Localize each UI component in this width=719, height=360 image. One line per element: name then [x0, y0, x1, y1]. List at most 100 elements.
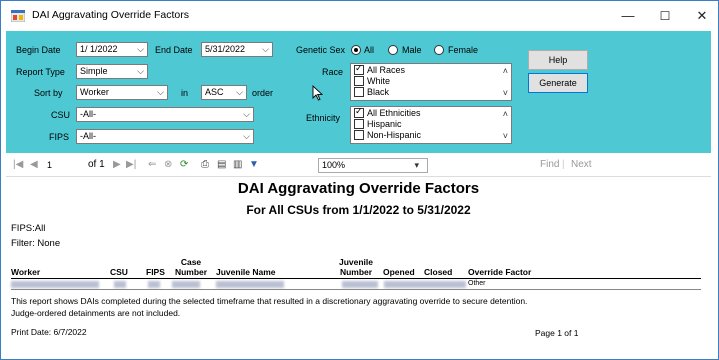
scroll-down-icon[interactable]: ˅ [503, 88, 508, 98]
sex-female-radio[interactable] [434, 45, 444, 55]
order-label: order [252, 88, 274, 98]
first-page-icon[interactable]: |◀ [13, 159, 23, 170]
sort-by-value: Worker [80, 87, 109, 97]
generate-button[interactable]: Generate [528, 73, 588, 93]
race-label: Race [322, 67, 344, 77]
page-count-label: of 1 [88, 159, 105, 170]
zoom-value: 100% [322, 160, 346, 170]
ethnicity-option-label: Non-Hispanic [367, 130, 422, 140]
genetic-sex-label: Genetic Sex [296, 45, 346, 55]
race-option-all[interactable]: All Races [354, 63, 406, 75]
chevron-down-icon: ⌵ [262, 44, 269, 54]
scroll-down-icon[interactable]: ˅ [503, 131, 508, 141]
ethnicity-option-label: Hispanic [367, 119, 402, 129]
sort-by-select[interactable]: Worker ⌵ [76, 85, 168, 100]
page-number-input[interactable]: 1 [43, 158, 77, 173]
redacted-juvenile-number [342, 281, 378, 288]
ethnicity-option-label: All Ethnicities [367, 108, 421, 118]
race-option-label: White [367, 76, 391, 86]
back-icon[interactable]: ⇐ [148, 159, 156, 170]
report-subtitle: For All CSUs from 1/1/2022 to 5/31/2022 [246, 203, 471, 217]
chevron-down-icon: ⌵ [137, 44, 144, 54]
column-header: Worker [11, 267, 41, 277]
race-option-black[interactable]: Black [354, 87, 389, 97]
ethnicity-listbox[interactable]: All Ethnicities Hispanic Non-Hispanic ˄ … [350, 106, 512, 144]
chevron-down-icon: ⌵ [157, 87, 164, 97]
ethnicity-option-hispanic[interactable]: Hispanic [354, 119, 402, 129]
stop-icon[interactable]: ⊗ [164, 159, 172, 170]
app-icon [11, 10, 25, 22]
checkbox[interactable] [354, 87, 364, 97]
refresh-icon[interactable]: ⟳ [180, 159, 188, 170]
title-bar: DAI Aggravating Override Factors — ☐ ✕ [1, 1, 718, 31]
race-listbox[interactable]: All Races White Black ˄ ˅ [350, 63, 512, 101]
begin-date-picker[interactable]: 1/ 1/2022 ⌵ [76, 42, 148, 57]
column-header: Opened [383, 267, 415, 277]
race-option-label: Black [367, 87, 390, 97]
app-window: DAI Aggravating Override Factors — ☐ ✕ B… [0, 0, 719, 360]
csu-select[interactable]: -All- ⌵ [76, 107, 254, 122]
begin-date-value: 1/ 1/2022 [80, 44, 118, 54]
report-type-select[interactable]: Simple ⌵ [76, 64, 148, 79]
chevron-down-icon: ▾ [414, 160, 419, 170]
redacted-csu [114, 281, 126, 288]
begin-date-label: Begin Date [16, 45, 61, 55]
checkbox[interactable] [354, 76, 364, 86]
next-link[interactable]: Next [571, 159, 592, 170]
chevron-down-icon: ⌵ [236, 87, 243, 97]
scroll-up-icon[interactable]: ˄ [503, 109, 508, 119]
close-button[interactable]: ✕ [687, 5, 717, 27]
sex-all-radio[interactable] [351, 45, 361, 55]
report-type-value: Simple [80, 66, 108, 76]
fips-label: FIPS [49, 132, 70, 142]
checkbox[interactable] [354, 119, 364, 129]
find-link[interactable]: Find [540, 159, 559, 170]
last-page-icon[interactable]: ▶| [126, 159, 136, 170]
report-type-label: Report Type [16, 67, 65, 77]
csu-value: -All- [80, 109, 96, 119]
scroll-up-icon[interactable]: ˄ [503, 66, 508, 76]
print-icon[interactable]: ⎙ [201, 159, 209, 170]
window-title: DAI Aggravating Override Factors [32, 9, 189, 21]
sex-male-label: Male [402, 45, 422, 55]
redacted-dates [384, 281, 466, 288]
redacted-worker [11, 281, 99, 288]
footnote-line-2: Judge-ordered detainments are not includ… [11, 308, 181, 318]
footnote-line-1: This report shows DAIs completed during … [11, 296, 528, 306]
end-date-label: End Date [155, 45, 193, 55]
ethnicity-option-non-hispanic[interactable]: Non-Hispanic [354, 130, 421, 140]
sex-female-label: Female [448, 45, 479, 55]
override-factor-value: Other [468, 280, 486, 287]
checkbox-checked[interactable] [354, 106, 364, 118]
race-option-white[interactable]: White [354, 76, 390, 86]
order-value: ASC [205, 87, 224, 97]
fips-filter-line: FIPS:All [11, 223, 46, 234]
toolbar-separator: | [562, 159, 565, 170]
column-header: CSU [110, 267, 128, 277]
sex-male-radio[interactable] [388, 45, 398, 55]
race-option-label: All Races [367, 65, 406, 75]
in-label: in [181, 88, 189, 98]
page-setup-icon[interactable]: ▥ [233, 159, 242, 170]
order-select[interactable]: ASC ⌵ [201, 85, 247, 100]
end-date-picker[interactable]: 5/31/2022 ⌵ [201, 42, 273, 57]
zoom-select[interactable]: 100% ▾ [318, 158, 428, 173]
ethnicity-option-all[interactable]: All Ethnicities [354, 106, 421, 118]
checkbox-checked[interactable] [354, 63, 364, 75]
csu-label: CSU [51, 110, 71, 120]
maximize-button[interactable]: ☐ [650, 5, 680, 27]
previous-page-icon[interactable]: ◀ [30, 159, 38, 170]
fips-select[interactable]: -All- ⌵ [76, 129, 254, 144]
filter-line: Filter: None [11, 238, 61, 249]
mouse-cursor-icon [312, 85, 324, 101]
parameters-panel: Begin Date 1/ 1/2022 ⌵ End Date 5/31/202… [6, 31, 711, 153]
checkbox[interactable] [354, 130, 364, 140]
column-header: FIPS [146, 267, 165, 277]
sex-all-label: All [364, 45, 375, 55]
minimize-button[interactable]: — [613, 5, 643, 27]
fips-value: -All- [80, 131, 96, 141]
export-icon[interactable]: ▼ [249, 159, 259, 170]
print-layout-icon[interactable]: ▤ [217, 159, 226, 170]
next-page-icon[interactable]: ▶ [113, 159, 121, 170]
help-button[interactable]: Help [528, 50, 588, 70]
